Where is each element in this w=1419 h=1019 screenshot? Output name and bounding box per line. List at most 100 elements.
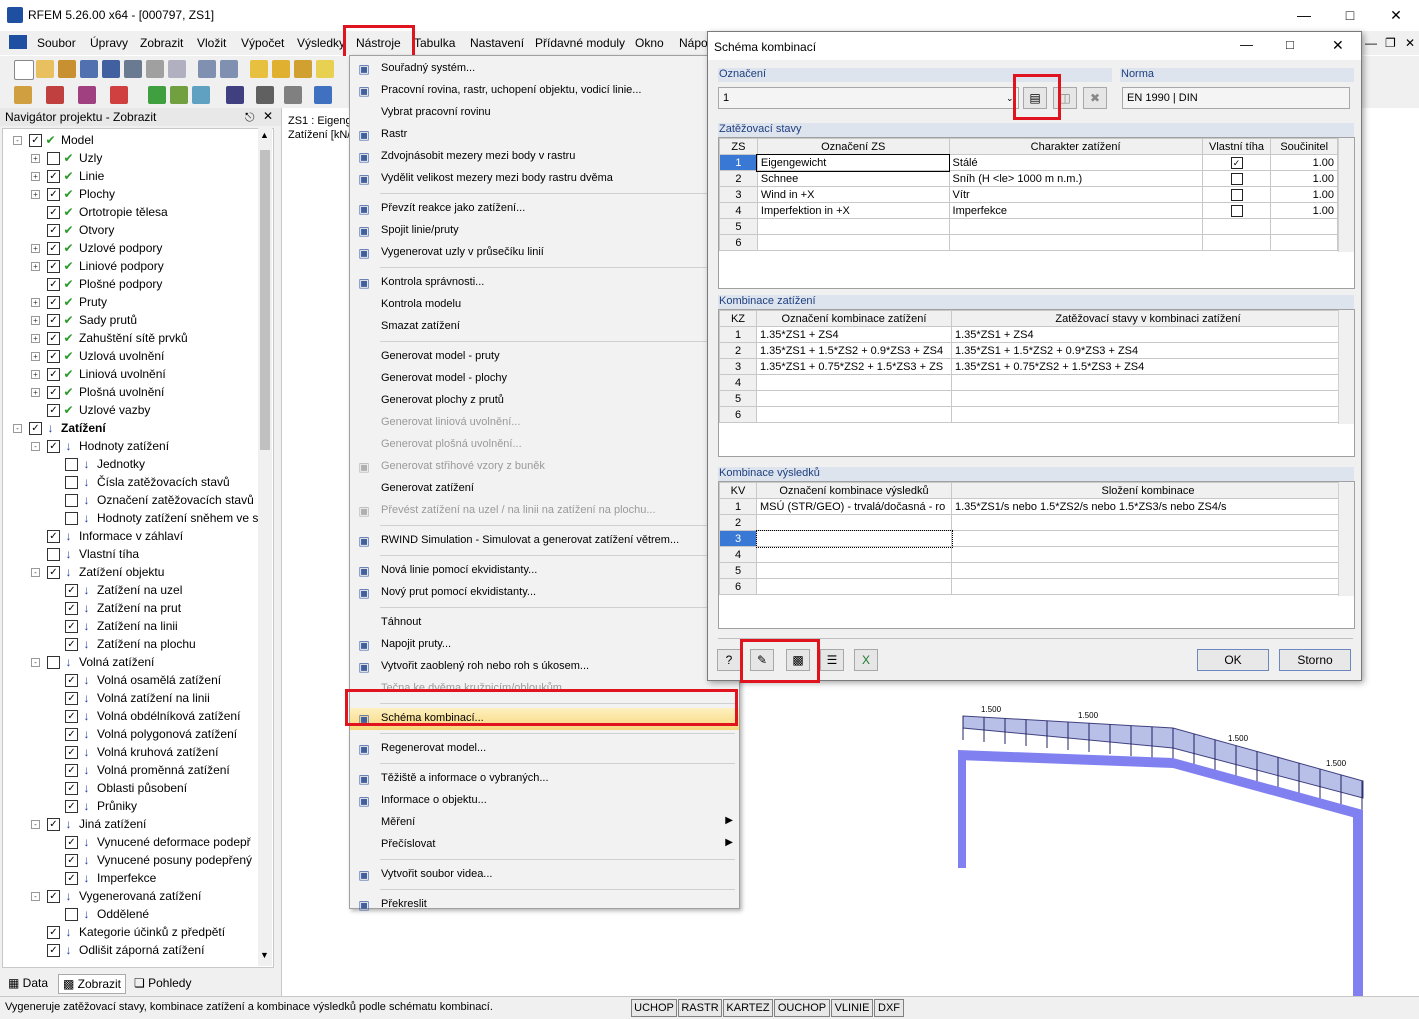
tree-checkbox[interactable]: ✓ [47,530,60,543]
table-row[interactable]: 6 [719,578,1345,595]
new-file-icon[interactable] [14,60,34,80]
factor-cell[interactable]: 1.00 [1270,202,1338,219]
self-weight-cell[interactable] [1201,218,1272,235]
tree-checkbox[interactable]: ✓ [29,422,42,435]
menu-item[interactable]: Smazat zatížení [350,316,739,338]
tree-checkbox[interactable]: ✓ [65,674,78,687]
menu-item[interactable]: ▣ Těžiště a informace o vybraných... [350,768,739,790]
zs-name-cell[interactable] [756,234,950,251]
menu-item[interactable]: ▣ Regenerovat model... [350,738,739,760]
tree-item[interactable]: ✓ ↓ Kategorie účinků z předpětí [3,923,261,941]
kz-scrollbar[interactable] [1338,310,1354,424]
kv-name-cell[interactable] [756,562,952,579]
open-icon[interactable] [36,60,54,78]
expand-toggle-icon[interactable]: + [31,334,40,343]
zs-name-cell[interactable]: Imperfektion in +X [756,202,950,219]
expand-toggle-icon[interactable]: + [31,154,40,163]
tree-checkbox[interactable]: ✓ [65,620,78,633]
mdi-minimize-button[interactable]: — [1365,36,1377,50]
kv-name-cell[interactable] [756,546,952,563]
scroll-down-icon[interactable]: ▼ [260,950,269,960]
tree-item[interactable]: ✓ ✔ Plošné podpory [3,275,261,293]
status-rastr-button[interactable]: RASTR [678,999,722,1017]
tree-item[interactable]: ✓ ↓ Oblasti působení [3,779,261,797]
factor-cell[interactable]: 1.00 [1270,170,1338,187]
tree-checkbox[interactable]: ✓ [47,296,60,309]
expand-toggle-icon[interactable]: - [13,424,22,433]
tree-item[interactable]: ✓ ↓ Zatížení na prut [3,599,261,617]
zs-character-cell[interactable]: Vítr [948,186,1203,203]
document-icon[interactable] [9,35,27,49]
section-tool-icon[interactable] [314,86,332,104]
zs-name-cell[interactable]: Wind in +X [756,186,950,203]
expand-toggle-icon[interactable]: + [31,172,40,181]
table-row[interactable]: 5 [719,562,1345,579]
tree-checkbox[interactable]: ✓ [47,350,60,363]
menu-okno[interactable]: Okno [635,36,664,50]
expand-toggle-icon[interactable]: - [13,136,22,145]
tree-item[interactable]: ✓ ↓ Imperfekce [3,869,261,887]
menu-item[interactable]: ▣ Vytvořit soubor videa... [350,864,739,886]
kv-name-cell[interactable] [756,514,952,531]
tree-item[interactable]: ↓ Oddělené [3,905,261,923]
kv-name-cell[interactable] [755,529,953,548]
tree-checkbox[interactable]: ✓ [65,836,78,849]
zs-character-cell[interactable]: Sníh (H <le> 1000 m n.m.) [948,170,1203,187]
menu-item[interactable]: ▣ Vygenerovat uzly v průsečíku linií [350,242,739,264]
export-button[interactable]: ☰ [820,649,844,671]
tree-item[interactable]: + ✓ ✔ Linie [3,167,261,185]
delete-scheme-button[interactable]: ✖ [1083,87,1107,109]
factor-cell[interactable]: 1.00 [1270,186,1338,203]
menu-item[interactable]: Vybrat pracovní rovinu [350,102,739,124]
tree-checkbox[interactable] [65,512,78,525]
tree-checkbox[interactable]: ✓ [65,710,78,723]
tree-item[interactable]: + ✓ ✔ Sady prutů [3,311,261,329]
menu-upravy[interactable]: Úpravy [90,36,128,50]
menu-item[interactable]: Přečíslovat ▶ [350,834,739,856]
tree-item[interactable]: ↓ Označení zatěžovacích stavů [3,491,261,509]
expand-toggle-icon[interactable]: + [31,316,40,325]
save-icon[interactable] [102,60,120,78]
zs-character-cell[interactable] [948,218,1203,235]
tree-checkbox[interactable]: ✓ [47,440,60,453]
self-weight-cell[interactable] [1201,234,1272,251]
tree-checkbox[interactable]: ✓ [65,692,78,705]
tree-checkbox[interactable]: ✓ [47,260,60,273]
mdi-close-button[interactable]: ✕ [1405,36,1415,50]
kz-composition-cell[interactable]: 1.35*ZS1 + 0.75*ZS2 + 1.5*ZS3 + ZS4 [951,358,1345,375]
tree-item[interactable]: - ↓ Volná zatížení [3,653,261,671]
menu-pridavne-moduly[interactable]: Přídavné moduly [535,36,625,50]
tree-item[interactable]: + ✓ ✔ Liniové podpory [3,257,261,275]
kv-name-cell[interactable]: MSÚ (STR/GEO) - trvalá/dočasná - ro [756,498,952,515]
table-row[interactable]: 2 Schnee Sníh (H <le> 1000 m n.m.) 1.00 [719,170,1338,187]
menu-item[interactable]: ▣ Vytvořit zaoblený roh nebo roh s úkosem… [350,656,739,678]
tree-item[interactable]: + ✔ Uzly [3,149,261,167]
status-dxf-button[interactable]: DXF [874,999,904,1017]
tree-checkbox[interactable]: ✓ [47,368,60,381]
node-tool-icon[interactable] [14,86,32,104]
tree-item[interactable]: - ✓ ↓ Zatížení [3,419,261,437]
kz-composition-cell[interactable] [951,406,1345,423]
print-info-icon[interactable] [80,60,98,78]
printout-report-icon[interactable] [168,60,186,78]
zs-name-cell[interactable]: Schnee [756,170,950,187]
tree-checkbox[interactable]: ✓ [65,854,78,867]
view-tool-icon[interactable] [284,86,302,104]
expand-toggle-icon[interactable]: + [31,370,40,379]
zoom-icon[interactable] [272,60,290,78]
expand-toggle-icon[interactable]: - [31,820,40,829]
expand-toggle-icon[interactable]: - [31,892,40,901]
tree-item[interactable]: ✓ ↓ Volná osamělá zatížení [3,671,261,689]
redo-icon[interactable] [220,60,238,78]
select-icon[interactable] [250,60,268,78]
table-row[interactable]: 1 Eigengewicht Stálé ✓ 1.00 [719,153,1338,172]
kv-composition-cell[interactable] [951,562,1345,579]
dialog-close-button[interactable]: ✕ [1332,37,1344,54]
table-row[interactable]: 6 [719,234,1338,251]
table-row[interactable]: 1 1.35*ZS1 + ZS4 1.35*ZS1 + ZS4 [719,326,1345,343]
menu-item[interactable]: ▣ Spojit linie/pruty [350,220,739,242]
tree-item[interactable]: ↓ Hodnoty zatížení sněhem ve s [3,509,261,527]
tree-item[interactable]: + ✓ ✔ Pruty [3,293,261,311]
open-template-icon[interactable] [58,60,76,78]
dialog-maximize-button[interactable]: □ [1286,37,1294,52]
